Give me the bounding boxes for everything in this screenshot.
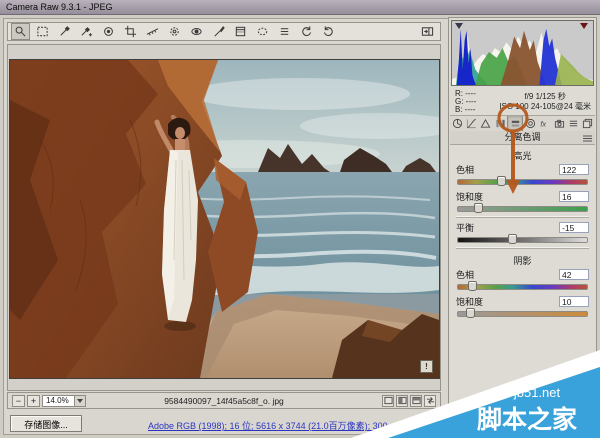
- shadows-saturation-slider[interactable]: [457, 311, 588, 317]
- shadows-saturation-label: 饱和度: [456, 295, 483, 308]
- preview-mode-button[interactable]: [382, 395, 394, 407]
- split-toning-body: 高光色相122饱和度16平衡-15阴影色相42饱和度10: [450, 145, 595, 409]
- preview-canvas: !: [7, 44, 441, 391]
- exclamation-icon: !: [420, 360, 433, 373]
- camera-raw-window: { "window": { "title": "Camera Raw 9.3.1…: [0, 0, 600, 438]
- red-eye-removal-tool[interactable]: [187, 23, 206, 40]
- group-heading: 高光: [456, 149, 589, 162]
- workflow-options-link[interactable]: Adobe RGB (1998); 16 位; 5616 x 3744 (21.…: [148, 419, 402, 432]
- window-title: Camera Raw 9.3.1 - JPEG: [6, 2, 113, 12]
- panel-title: 分离色调: [450, 131, 595, 145]
- adjustments-panel: R: ---- G: ---- B: ---- f/9 1/125 秒 ISO …: [448, 17, 597, 411]
- slider-group: 平衡 -15: [456, 217, 589, 243]
- highlights-hue-label: 色相: [456, 163, 474, 176]
- balance-slider-thumb[interactable]: [508, 234, 517, 244]
- preferences-button[interactable]: [275, 23, 294, 40]
- svg-text:fx: fx: [541, 119, 547, 128]
- photo-preview[interactable]: !: [9, 59, 440, 379]
- toolbar: [7, 22, 441, 41]
- tab-presets[interactable]: [566, 116, 580, 131]
- image-info: R: ---- G: ---- B: ---- f/9 1/125 秒 ISO …: [451, 89, 594, 114]
- save-image-button[interactable]: 存储图像...: [10, 415, 82, 432]
- slider-group: 阴影色相 42 饱和度 10: [456, 248, 589, 317]
- color-sampler-tool[interactable]: [77, 23, 96, 40]
- shadows-hue-label: 色相: [456, 268, 474, 281]
- shadow-clipping-warning-icon[interactable]: [454, 22, 464, 30]
- shadows-hue-slider[interactable]: [457, 284, 588, 290]
- status-bar: − + 14.0% 9584490097_14f45a5c8f_o. jpg: [7, 392, 441, 409]
- zoom-level-value: 14.0%: [43, 396, 74, 406]
- adjustment-brush-tool[interactable]: [209, 23, 228, 40]
- preview-toggle-buttons: [382, 395, 436, 407]
- photo-image: [10, 60, 439, 378]
- targeted-adjustment-tool[interactable]: [99, 23, 118, 40]
- window-titlebar[interactable]: Camera Raw 9.3.1 - JPEG: [0, 0, 600, 15]
- histogram[interactable]: [451, 20, 594, 86]
- tab-basic[interactable]: [450, 116, 464, 131]
- spot-removal-tool[interactable]: [165, 23, 184, 40]
- zoom-dropdown-arrow[interactable]: [74, 396, 85, 406]
- highlight-clipping-warning-icon[interactable]: [579, 22, 589, 30]
- shadows-saturation-slider-thumb[interactable]: [466, 308, 475, 318]
- slider-group: 高光色相 122 饱和度 16: [456, 149, 589, 212]
- exif-readout: f/9 1/125 秒 ISO 100 24-105@24 毫米: [499, 92, 591, 112]
- balance-slider[interactable]: [457, 237, 588, 243]
- highlights-saturation-value-input[interactable]: 16: [559, 191, 589, 202]
- toggle-fullscreen-icon[interactable]: [419, 24, 436, 39]
- shadows-saturation-value-input[interactable]: 10: [559, 296, 589, 307]
- panel-tabs: fx: [450, 115, 595, 132]
- balance-value-input[interactable]: -15: [559, 222, 589, 233]
- tab-detail[interactable]: [479, 116, 493, 131]
- highlights-saturation-slider[interactable]: [457, 206, 588, 212]
- highlights-hue-slider-thumb[interactable]: [497, 176, 506, 186]
- shadows-hue-slider-thumb[interactable]: [468, 281, 477, 291]
- toolbar-tools: [11, 23, 338, 40]
- exif-exposure: f/9 1/125 秒: [499, 92, 591, 102]
- rotate-ccw-button[interactable]: [297, 23, 316, 40]
- tab-hsl-grayscale[interactable]: [493, 116, 507, 131]
- before-after-left-right-button[interactable]: [396, 395, 408, 407]
- exif-iso-lens: ISO 100 24-105@24 毫米: [499, 102, 591, 112]
- zoom-in-button[interactable]: +: [27, 395, 40, 407]
- crop-tool[interactable]: [121, 23, 140, 40]
- highlights-hue-value-input[interactable]: 122: [559, 164, 589, 175]
- group-heading: 阴影: [456, 254, 589, 267]
- zoom-level-select[interactable]: 14.0%: [42, 395, 86, 407]
- rgb-b: B: ----: [455, 106, 476, 114]
- zoom-out-button[interactable]: −: [12, 395, 25, 407]
- rgb-readout: R: ---- G: ---- B: ----: [455, 90, 476, 114]
- tab-lens-corrections[interactable]: [523, 116, 537, 131]
- tab-tone-curve[interactable]: [464, 116, 478, 131]
- highlights-saturation-label: 饱和度: [456, 190, 483, 203]
- filename-label: 9584490097_14f45a5c8f_o. jpg: [164, 396, 284, 406]
- tab-split-toning[interactable]: [507, 116, 523, 131]
- before-after-top-bottom-button[interactable]: [410, 395, 422, 407]
- balance-label: 平衡: [456, 221, 474, 234]
- radial-filter-tool[interactable]: [253, 23, 272, 40]
- zoom-tool[interactable]: [11, 23, 30, 40]
- panel-menu-icon[interactable]: [583, 134, 593, 142]
- graduated-filter-tool[interactable]: [231, 23, 250, 40]
- highlights-hue-slider[interactable]: [457, 179, 588, 185]
- highlights-saturation-slider-thumb[interactable]: [474, 203, 483, 213]
- tab-snapshots[interactable]: [581, 116, 595, 131]
- straighten-tool[interactable]: [143, 23, 162, 40]
- shadows-hue-value-input[interactable]: 42: [559, 269, 589, 280]
- tab-camera-calibration[interactable]: [552, 116, 566, 131]
- tab-effects[interactable]: fx: [538, 116, 552, 131]
- rotate-cw-button[interactable]: [319, 23, 338, 40]
- swap-before-after-button[interactable]: [424, 395, 436, 407]
- hand-tool[interactable]: [33, 23, 52, 40]
- white-balance-tool[interactable]: [55, 23, 74, 40]
